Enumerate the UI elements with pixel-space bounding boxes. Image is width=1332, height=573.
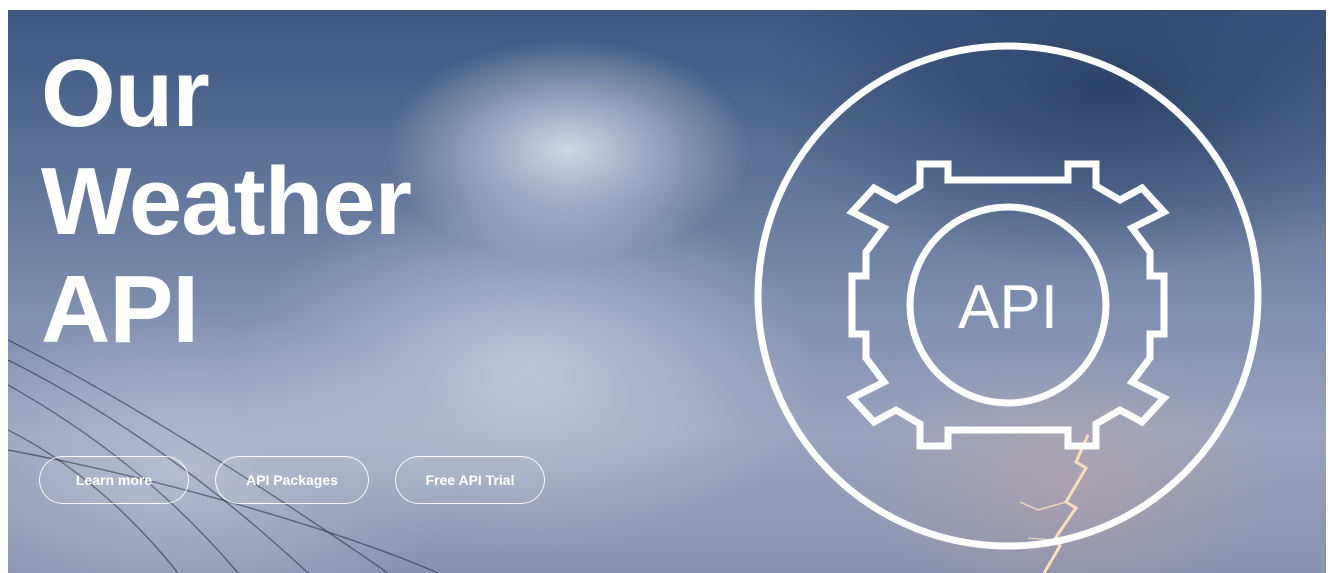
hero-title-line-1: Our	[41, 40, 210, 147]
free-api-trial-button[interactable]: Free API Trial	[395, 456, 545, 504]
learn-more-button[interactable]: Learn more	[39, 456, 189, 504]
hero-button-group: Learn more API Packages Free API Trial	[39, 456, 545, 504]
page-frame: Our Weather API Learn more API Packages …	[0, 0, 1332, 573]
api-packages-button[interactable]: API Packages	[215, 456, 369, 504]
hero-title: Our Weather API	[41, 40, 412, 364]
hero-title-line-2: Weather	[41, 148, 412, 255]
gear-api-icon: API	[754, 42, 1262, 550]
hero-title-line-3: API	[41, 256, 199, 363]
logo-api-text: API	[958, 273, 1058, 342]
hero-banner: Our Weather API Learn more API Packages …	[8, 10, 1326, 573]
